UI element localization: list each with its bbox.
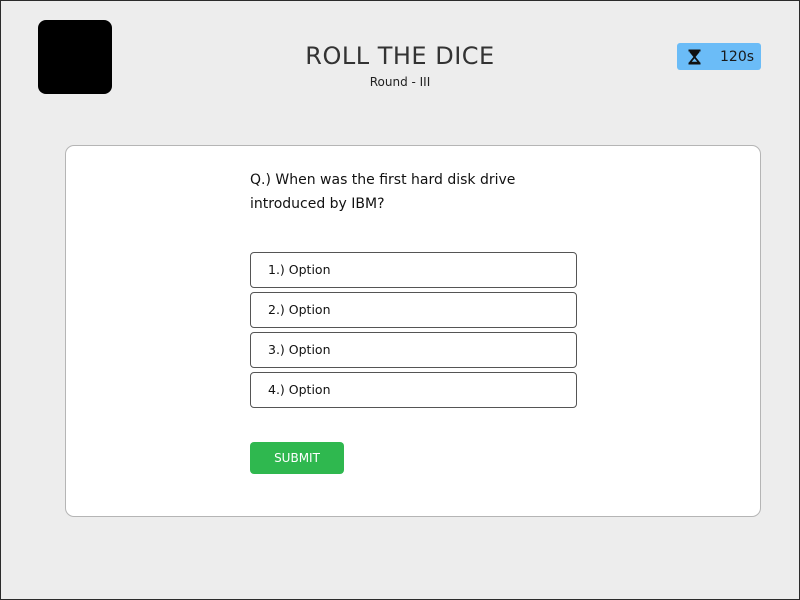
submit-button[interactable]: SUBMIT [250,442,344,474]
answer-option-3[interactable]: 3.) Option [250,332,577,368]
timer-value: 120s [720,48,755,65]
question-card: Q.) When was the first hard disk drive i… [65,145,761,517]
timer-badge: 120s [677,43,761,70]
answer-option-1[interactable]: 1.) Option [250,252,577,288]
answer-option-4[interactable]: 4.) Option [250,372,577,408]
round-label: Round - III [369,75,431,89]
page-title: ROLL THE DICE [305,42,495,70]
answer-option-2[interactable]: 2.) Option [250,292,577,328]
logo-placeholder [38,20,112,94]
answer-option-label: 1.) Option [268,262,331,277]
header: ROLL THE DICE Round - III [201,41,599,89]
question-text: Q.) When was the first hard disk drive i… [250,172,516,212]
answer-option-label: 4.) Option [268,382,331,397]
answer-option-label: 3.) Option [268,342,331,357]
hourglass-icon [688,49,701,65]
answer-option-label: 2.) Option [268,302,331,317]
game-screen: ROLL THE DICE Round - III 120s Q.) When … [0,0,800,600]
